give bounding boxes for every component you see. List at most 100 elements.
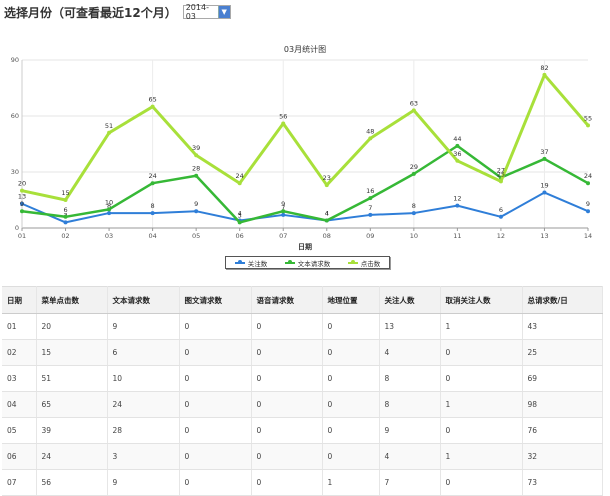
data-point [455,203,460,208]
data-point [150,104,155,109]
legend-swatch [347,260,358,264]
data-point [455,158,460,163]
data-point [586,123,590,128]
x-tick-label: 09 [366,232,374,240]
data-point [368,196,373,201]
table-cell: 01 [2,313,37,340]
table-cell: 0 [440,469,523,496]
column-header: 图文请求数 [179,286,252,314]
data-point [411,211,416,216]
x-tick-label: 06 [236,232,244,240]
data-label: 9 [20,200,24,208]
data-label: 9 [281,200,285,208]
data-label: 20 [18,180,26,188]
data-label: 10 [105,198,113,206]
data-label: 8 [412,202,416,210]
table-cell: 0 [322,443,380,470]
data-point [63,198,68,202]
data-point [63,220,68,225]
table-cell: 4 [379,339,441,366]
data-point [586,209,590,214]
table-cell: 1 [440,443,523,470]
chart-legend: 关注数 文本请求数 点击数 [225,256,390,269]
x-tick-label: 05 [192,232,200,240]
data-label: 6 [499,206,503,214]
table-cell: 98 [522,391,603,418]
table-cell: 0 [322,391,380,418]
series-line-2 [21,144,589,224]
table-cell: 28 [107,417,180,444]
data-label: 63 [410,99,418,107]
data-point [150,181,155,186]
table-cell: 0 [251,365,323,392]
data-point [542,190,547,195]
table-cell: 0 [179,365,252,392]
data-point [411,108,416,113]
legend-label: 文本请求数 [297,259,331,268]
x-tick-label: 07 [279,232,287,240]
data-point [107,211,112,216]
table-cell: 8 [379,391,441,418]
data-label: 9 [194,200,198,208]
data-label: 28 [192,165,200,173]
table-cell: 04 [2,391,37,418]
table-cell: 69 [522,365,603,392]
data-point [107,130,112,135]
data-point [368,212,373,217]
data-label: 24 [584,172,592,180]
table-cell: 0 [322,313,380,340]
data-label: 37 [540,148,548,156]
data-label: 29 [410,163,418,171]
data-label: 51 [105,122,113,130]
table-row: 01 20 9 0 0 0 13 1 43 [2,313,603,340]
data-label: 55 [584,114,592,122]
data-label: 44 [453,135,461,143]
table-cell: 73 [522,469,603,496]
table-cell: 3 [107,443,180,470]
table-cell: 6 [107,339,180,366]
column-header: 地理位置 [322,286,380,314]
series-line-3 [21,73,590,202]
table-cell: 8 [379,365,441,392]
y-tick-label: 60 [11,112,19,120]
table-cell: 0 [251,391,323,418]
table-cell: 06 [2,443,37,470]
table-header-row: 日期 菜单点击数 文本请求数 图文请求数 语音请求数 地理位置 关注人数 取消关注人数 总请求数… [2,286,603,314]
y-tick-label: 30 [11,168,19,176]
x-tick-label: 02 [61,232,69,240]
table-cell: 0 [251,313,323,340]
data-point [368,136,373,141]
legend-item[interactable]: 点击数 [347,258,380,268]
table-cell: 0 [251,339,323,366]
table-cell: 32 [522,443,603,470]
table-cell: 07 [2,469,37,496]
x-tick-label: 12 [497,232,505,240]
data-label: 4 [325,210,329,218]
table-cell: 4 [379,443,441,470]
data-label: 65 [148,96,156,104]
data-point [237,181,242,186]
x-tick-label: 03 [105,232,113,240]
table-row: 06 24 3 0 0 0 4 1 32 [2,443,603,470]
table-cell: 24 [107,391,180,418]
table-cell: 10 [107,365,180,392]
table-cell: 1 [322,469,380,496]
table-cell: 0 [251,469,323,496]
table-cell: 51 [36,365,108,392]
legend-item[interactable]: 关注数 [234,258,267,268]
table-cell: 13 [379,313,441,340]
data-point [324,183,329,188]
x-tick-label: 11 [453,232,461,240]
table-cell: 25 [522,339,603,366]
table-cell: 0 [179,417,252,444]
table-body: 01 20 9 0 0 0 13 1 43 02 15 6 0 0 0 4 0 25 03 51 10 0 0 0 8 0 69 04… [2,313,603,496]
data-label: 12 [453,195,461,203]
data-label: 8 [151,202,155,210]
data-point [411,171,416,176]
table-cell: 20 [36,313,108,340]
data-point [237,220,242,225]
data-point [324,218,329,223]
table-cell: 0 [251,443,323,470]
legend-item[interactable]: 文本请求数 [284,258,331,268]
table-cell: 15 [36,339,108,366]
